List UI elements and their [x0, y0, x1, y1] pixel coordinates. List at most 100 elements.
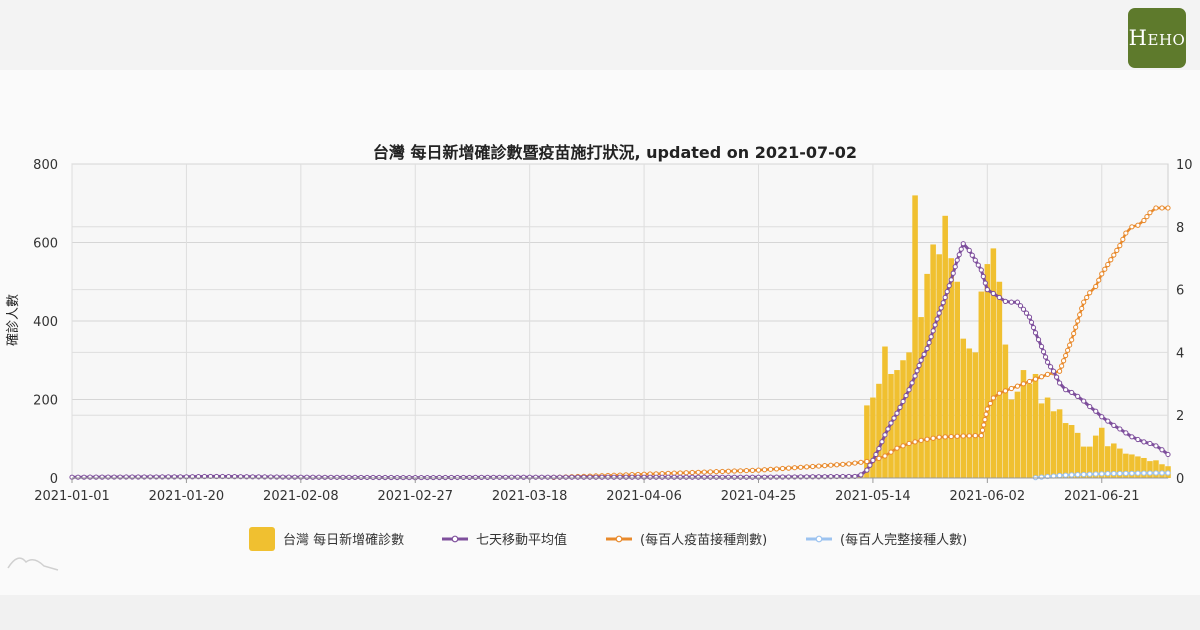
series-point: [1053, 374, 1060, 380]
series-point: [786, 465, 792, 471]
series-point: [956, 252, 962, 258]
series-point: [1042, 354, 1049, 360]
series-point: [665, 474, 671, 480]
series-point: [99, 474, 105, 480]
series-point: [1153, 205, 1159, 211]
series-point: [1141, 439, 1147, 445]
series-point: [647, 474, 653, 480]
series-point: [1159, 470, 1165, 476]
series-point: [1067, 342, 1073, 348]
series-point: [1050, 368, 1057, 374]
series-point: [701, 474, 707, 480]
series-point: [280, 474, 286, 480]
series-point: [773, 466, 780, 472]
series-point: [713, 469, 719, 475]
series-point: [478, 474, 485, 480]
series-point: [930, 328, 936, 334]
series-point: [105, 474, 111, 480]
series-point: [984, 406, 990, 412]
series-point: [952, 264, 958, 270]
series-point: [677, 470, 683, 476]
series-point: [358, 474, 364, 481]
series-point: [891, 415, 897, 421]
series-point: [75, 474, 81, 480]
series-point: [767, 474, 774, 480]
series-point: [761, 474, 768, 480]
case-bar: [912, 195, 918, 478]
series-point: [828, 462, 834, 468]
legend-swatch: [249, 527, 275, 551]
series-point: [340, 474, 346, 480]
series-point: [328, 474, 334, 480]
case-bar: [1056, 409, 1063, 478]
series-point: [1129, 470, 1135, 476]
series-point: [533, 474, 539, 480]
series-point: [1032, 376, 1039, 382]
series-point: [975, 262, 981, 268]
series-point: [972, 257, 978, 263]
legend: 台灣 每日新增確診數 七天移動平均值 (每百人疫苗接種劑數) (每百人完整接種人數): [249, 527, 967, 551]
series-point: [1077, 312, 1083, 318]
series-point: [1081, 299, 1087, 305]
series-point: [695, 469, 701, 475]
series-point: [926, 339, 932, 346]
x-tick-label: 2021-02-08: [263, 489, 339, 504]
series-point: [93, 474, 99, 480]
y-axis-label: 確診人數: [5, 294, 21, 346]
case-bar: [1026, 383, 1033, 478]
y2-tick-label: 2: [1176, 409, 1184, 424]
case-bar: [1038, 403, 1045, 478]
series-point: [370, 474, 376, 481]
case-bar: [930, 244, 936, 478]
series-point: [978, 433, 984, 439]
case-bar: [1068, 425, 1075, 478]
series-point: [900, 398, 906, 405]
series-point: [671, 474, 677, 480]
series-point: [882, 432, 888, 438]
series-point: [969, 252, 975, 258]
series-point: [737, 468, 744, 474]
case-bar: [996, 281, 1003, 478]
series-point: [725, 474, 731, 480]
series-point: [653, 474, 659, 480]
series-point: [867, 462, 873, 468]
series-point: [876, 445, 882, 452]
series-point: [938, 305, 944, 311]
series-point: [689, 474, 695, 480]
series-point: [858, 459, 864, 465]
series-point: [982, 416, 988, 423]
series-point: [816, 463, 822, 469]
series-point: [1135, 222, 1141, 228]
y-tick-label: 0: [50, 472, 58, 487]
series-point: [1165, 451, 1171, 458]
series-point: [1081, 471, 1087, 478]
series-point: [346, 474, 352, 480]
series-point: [1147, 440, 1153, 447]
series-point: [948, 277, 954, 283]
series-point: [912, 439, 918, 445]
series-point: [286, 474, 292, 480]
decorative-doodle-icon: [7, 557, 59, 571]
series-point: [972, 433, 978, 439]
series-point: [906, 440, 912, 447]
series-point: [683, 474, 689, 480]
series-point: [1081, 398, 1087, 404]
y2-tick-label: 10: [1176, 158, 1193, 173]
series-point: [876, 455, 882, 461]
series-point: [924, 436, 930, 442]
series-point: [466, 474, 473, 481]
series-point: [364, 474, 370, 481]
series-point: [713, 474, 719, 480]
series-point: [749, 467, 756, 473]
series-point: [1117, 243, 1123, 249]
series-point: [1129, 224, 1135, 230]
case-bar: [984, 264, 991, 478]
series-point: [1087, 403, 1093, 410]
series-point: [1038, 474, 1045, 480]
series-point: [918, 437, 924, 443]
series-point: [1071, 330, 1077, 337]
series-point: [906, 387, 912, 393]
series-point: [996, 294, 1002, 301]
series-point: [1014, 383, 1021, 389]
series-point: [966, 433, 972, 439]
